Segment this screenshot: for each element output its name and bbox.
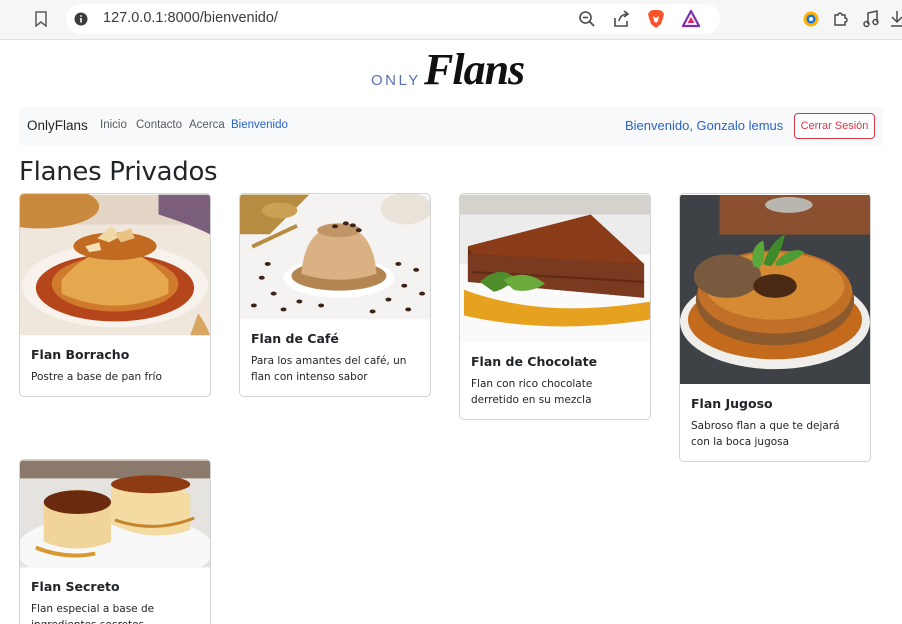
card-text: Flan especial a base de ingredientes sec… — [31, 603, 155, 624]
page-title: Flanes Privados — [19, 157, 218, 187]
card-flan-borracho[interactable]: Flan Borracho Postre a base de pan frío — [19, 193, 211, 397]
nav-link-bienvenido[interactable]: Bienvenido — [231, 119, 288, 131]
card-flan-secreto[interactable]: Flan Secreto Flan especial a base de ing… — [19, 459, 211, 624]
flan-borracho-image — [20, 194, 210, 336]
card-text: Sabroso flan a que te dejará con la boca… — [691, 420, 840, 448]
download-icon[interactable] — [886, 8, 902, 30]
nav-link-acerca[interactable]: Acerca — [189, 119, 225, 131]
card-flan-de-chocolate[interactable]: Flan de Chocolate Flan con rico chocolat… — [459, 193, 651, 420]
zoom-icon[interactable] — [576, 8, 598, 30]
brave-rewards-icon[interactable] — [680, 8, 702, 30]
share-icon[interactable] — [610, 8, 632, 30]
flan-de-chocolate-image — [460, 194, 650, 343]
extensions-puzzle-icon[interactable] — [830, 8, 852, 30]
nav-link-inicio[interactable]: Inicio — [100, 119, 127, 131]
card-title: Flan Secreto — [31, 579, 120, 594]
logo-only-text: ONLY — [371, 72, 421, 89]
extension-colorful-icon[interactable] — [800, 8, 822, 30]
main-navbar: OnlyFlans Inicio Contacto Acerca Bienven… — [19, 107, 883, 145]
media-music-icon[interactable] — [860, 8, 882, 30]
card-title: Flan de Café — [251, 331, 339, 346]
site-logo[interactable]: ONLY Flans — [370, 45, 540, 100]
browser-toolbar: 127.0.0.1:8000/bienvenido/ — [0, 0, 902, 40]
flan-secreto-image — [20, 460, 210, 568]
card-text: Para los amantes del café, un flan con i… — [251, 355, 407, 383]
card-title: Flan de Chocolate — [471, 354, 598, 369]
card-title: Flan Jugoso — [691, 396, 773, 411]
card-flan-jugoso[interactable]: Flan Jugoso Sabroso flan a que te dejará… — [679, 193, 871, 462]
site-info-icon[interactable] — [70, 8, 92, 30]
bookmark-icon[interactable] — [30, 8, 52, 30]
nav-link-contacto[interactable]: Contacto — [136, 119, 182, 131]
url-text[interactable]: 127.0.0.1:8000/bienvenido/ — [103, 10, 278, 26]
logout-button[interactable]: Cerrar Sesión — [794, 113, 875, 139]
card-text: Flan con rico chocolate derretido en su … — [471, 378, 593, 406]
logo-flans-text: Flans — [424, 45, 525, 94]
flan-de-cafe-image — [240, 194, 430, 320]
brave-shield-icon[interactable] — [645, 8, 667, 30]
card-flan-de-cafe[interactable]: Flan de Café Para los amantes del café, … — [239, 193, 431, 397]
welcome-user-text[interactable]: Bienvenido, Gonzalo lemus — [625, 118, 783, 133]
card-text: Postre a base de pan frío — [31, 371, 162, 383]
card-title: Flan Borracho — [31, 347, 130, 362]
navbar-brand[interactable]: OnlyFlans — [27, 118, 88, 133]
flan-jugoso-image — [680, 194, 870, 385]
